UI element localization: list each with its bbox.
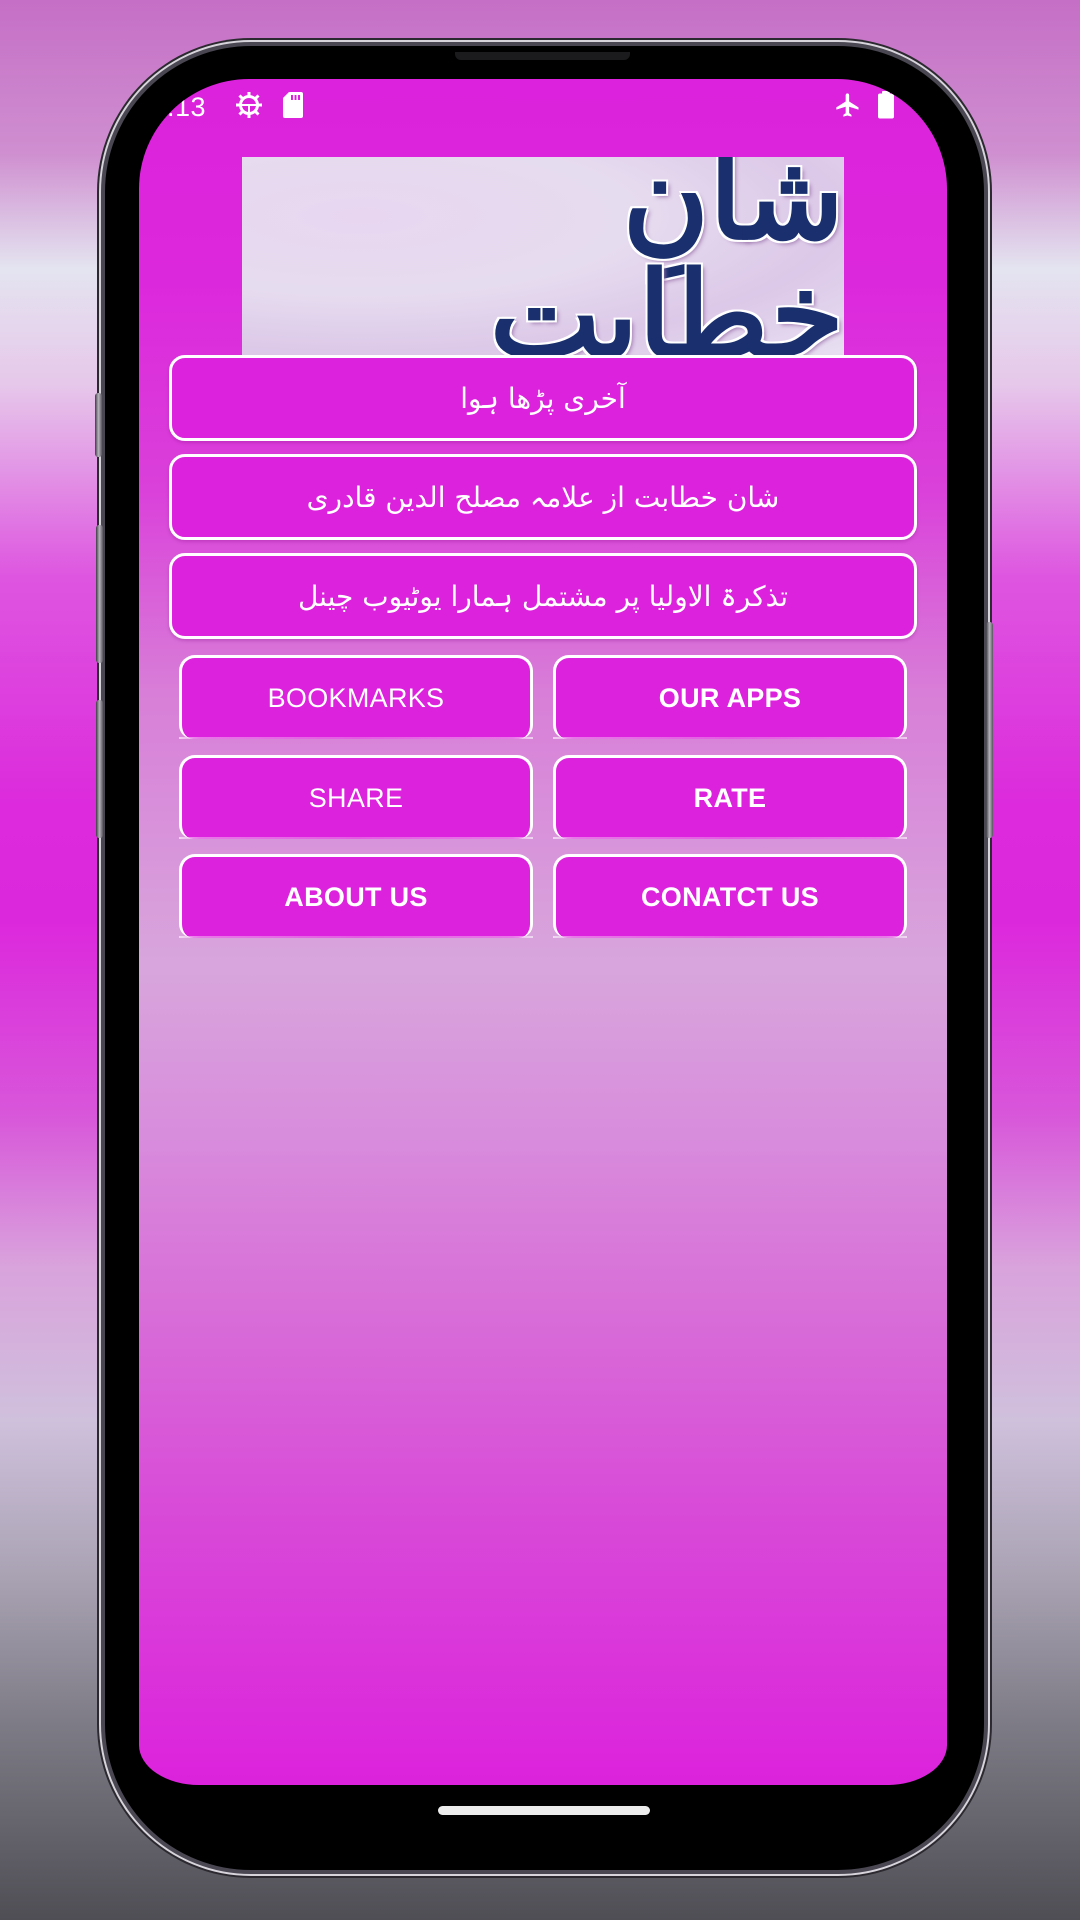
our-apps-button[interactable]: OUR APPS [553, 655, 907, 739]
phone-volume-down-button [96, 700, 103, 838]
youtube-channel-label: تذکرۃ الاولیا پر مشتمل ہمارا یوٹیوب چینل [297, 579, 789, 613]
phone-action-button [95, 393, 102, 457]
home-indicator[interactable] [438, 1806, 650, 1815]
rate-label: RATE [693, 783, 767, 813]
contact-us-button[interactable]: CONATCT US [553, 854, 907, 938]
share-label: SHARE [308, 783, 404, 813]
bookmarks-button[interactable]: BOOKMARKS [179, 655, 533, 739]
app-screen: :13 شانِ خطابت آخری پڑھا ہوا شان خطابت ا… [139, 79, 947, 1785]
last-read-label: آخری پڑھا ہوا [460, 381, 626, 415]
airplane-mode-icon [834, 91, 862, 119]
debug-gear-icon [235, 91, 263, 119]
share-button[interactable]: SHARE [179, 755, 533, 839]
about-us-label: ABOUT US [284, 882, 428, 912]
status-time: :13 [167, 92, 207, 122]
sd-card-icon [283, 91, 303, 119]
rate-button[interactable]: RATE [553, 755, 907, 839]
navigation-bar [139, 1785, 947, 1855]
phone-volume-up-button [96, 525, 103, 663]
our-apps-label: OUR APPS [658, 683, 802, 713]
battery-icon [877, 91, 895, 119]
last-read-button[interactable]: آخری پڑھا ہوا [169, 355, 917, 441]
contact-us-label: CONATCT US [641, 882, 819, 912]
phone-notch [455, 52, 630, 60]
book-button[interactable]: شان خطابت از علامہ مصلح الدین قادری [169, 454, 917, 540]
about-us-button[interactable]: ABOUT US [179, 854, 533, 938]
app-banner: شانِ خطابت [242, 157, 844, 355]
bookmarks-label: BOOKMARKS [267, 683, 445, 713]
status-bar: :13 [139, 79, 947, 131]
banner-title: شانِ خطابت [489, 157, 844, 355]
youtube-channel-button[interactable]: تذکرۃ الاولیا پر مشتمل ہمارا یوٹیوب چینل [169, 553, 917, 639]
phone-power-button [986, 622, 993, 838]
book-label: شان خطابت از علامہ مصلح الدین قادری [306, 480, 780, 514]
